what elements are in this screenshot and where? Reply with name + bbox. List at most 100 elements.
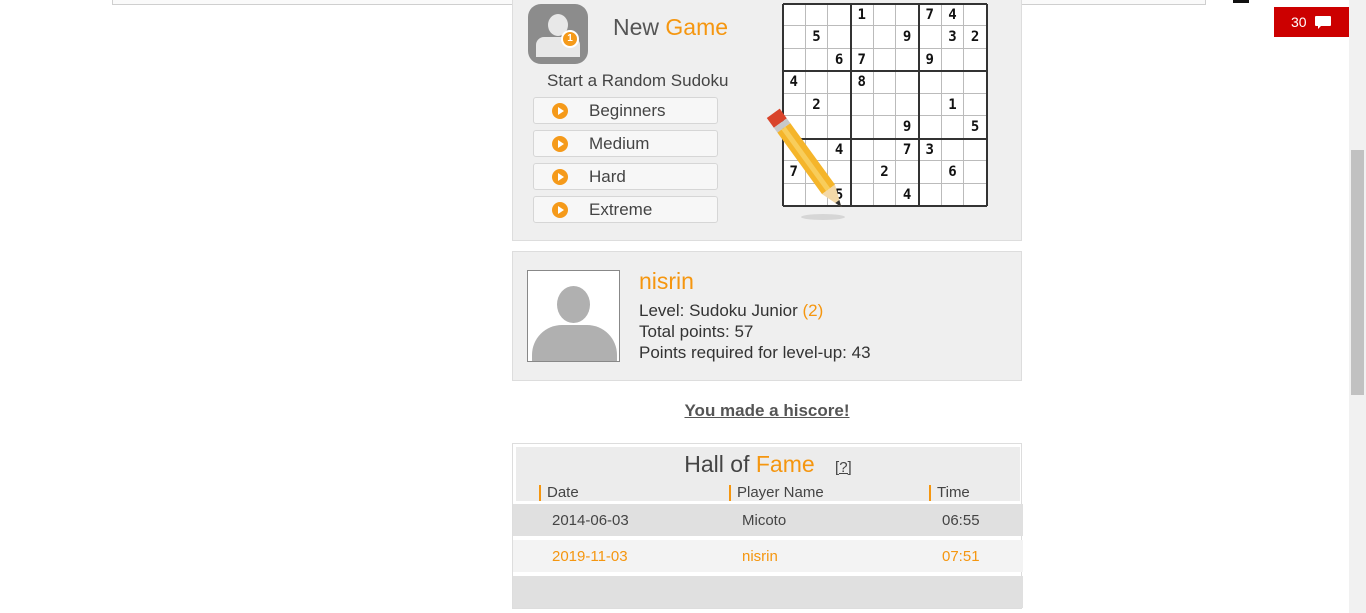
sudoku-cell: 1	[941, 93, 965, 117]
row-date: 2019-11-03	[552, 548, 628, 565]
new-game-title: New Game	[613, 14, 728, 41]
sudoku-cell	[919, 93, 942, 117]
column-header-player[interactable]: Player Name	[729, 485, 824, 501]
hall-of-fame-header: Hall of Fame [?] Date Player Name Time	[516, 447, 1020, 501]
table-row: 2014-06-03 Micoto 06:55	[513, 504, 1023, 536]
hof-title-part2: Fame	[755, 451, 815, 477]
play-icon	[552, 168, 568, 185]
scrollbar-thumb[interactable]	[1351, 150, 1364, 395]
table-row-highlighted: 2019-11-03 nisrin 07:51	[513, 540, 1023, 572]
profile-level-label: Level: Sudoku Junior	[639, 301, 798, 320]
sudoku-cell: 2	[873, 161, 897, 184]
sudoku-cell	[964, 4, 987, 27]
sudoku-box-line	[783, 70, 987, 73]
profile-level: Level: Sudoku Junior (2)	[639, 301, 823, 321]
new-game-title-part2: Game	[665, 14, 729, 40]
sudoku-cell	[805, 48, 829, 72]
sudoku-cell	[828, 71, 851, 94]
new-game-panel: 1 New Game Start a Random Sudoku Beginne…	[512, 0, 1022, 241]
sudoku-cell	[964, 138, 987, 162]
sudoku-cell: 6	[828, 48, 851, 72]
sudoku-cell	[919, 161, 942, 184]
new-game-title-part1: New	[613, 14, 660, 40]
row-time: 07:51	[942, 548, 980, 565]
sudoku-cell: 4	[783, 71, 806, 94]
column-header-time[interactable]: Time	[929, 485, 970, 501]
profile-panel: nisrin Level: Sudoku Junior (2) Total po…	[512, 251, 1022, 381]
sudoku-cell: 8	[851, 71, 874, 94]
sudoku-box-line	[986, 4, 988, 206]
sudoku-cell	[964, 183, 987, 206]
sudoku-cell	[896, 4, 919, 27]
sudoku-box-line	[918, 4, 920, 206]
sudoku-cell: 7	[919, 4, 942, 27]
sudoku-cell: 9	[896, 116, 919, 139]
sudoku-cell	[851, 26, 874, 49]
table-row-empty	[513, 576, 1023, 608]
column-header-date[interactable]: Date	[539, 485, 579, 501]
sudoku-cell	[873, 4, 897, 27]
profile-name[interactable]: nisrin	[639, 268, 694, 295]
sudoku-cell	[919, 71, 942, 94]
sudoku-cell	[964, 93, 987, 117]
play-icon	[552, 102, 568, 119]
comment-count: 30	[1291, 14, 1307, 30]
sudoku-cell	[873, 26, 897, 49]
hall-of-fame-panel: Hall of Fame [?] Date Player Name Time 2…	[512, 443, 1023, 609]
row-time: 06:55	[942, 512, 980, 529]
level-label: Beginners	[589, 100, 666, 120]
avatar-head	[557, 286, 590, 323]
sudoku-cell	[919, 183, 942, 206]
row-player: Micoto	[742, 512, 787, 529]
sudoku-cell	[919, 26, 942, 49]
sudoku-cell	[873, 138, 897, 162]
sudoku-cell: 9	[896, 26, 919, 49]
sudoku-cell: 2	[964, 26, 987, 49]
hiscore-link[interactable]: You made a hiscore!	[512, 401, 1022, 421]
level-button-hard[interactable]: Hard	[533, 163, 718, 190]
hof-title-part1: Hall of	[684, 451, 750, 477]
level-label: Extreme	[589, 199, 653, 219]
sudoku-cell	[783, 48, 806, 72]
sudoku-cell	[941, 138, 965, 162]
sudoku-cell	[964, 161, 987, 184]
sudoku-box-line	[783, 3, 987, 5]
new-game-user-icon: 1	[528, 4, 588, 64]
row-player: nisrin	[742, 548, 778, 565]
sudoku-cell: 5	[805, 26, 829, 49]
start-random-sudoku-label: Start a Random Sudoku	[547, 71, 729, 90]
sudoku-cell	[896, 161, 919, 184]
sudoku-cell	[964, 48, 987, 72]
sudoku-cell: 7	[851, 48, 874, 72]
sudoku-cell: 5	[964, 116, 987, 139]
sudoku-cell	[941, 183, 965, 206]
comment-bubble-icon	[1314, 15, 1331, 29]
sudoku-cell: 9	[919, 48, 942, 72]
top-bar-marker	[1233, 0, 1249, 3]
sudoku-cell	[873, 48, 897, 72]
sudoku-cell	[873, 116, 897, 139]
sudoku-cell	[941, 71, 965, 94]
comment-count-badge[interactable]: 30	[1274, 7, 1349, 37]
level-label: Medium	[589, 133, 650, 153]
sudoku-cell: 4	[941, 4, 965, 27]
sudoku-cell	[941, 48, 965, 72]
sudoku-cell	[896, 71, 919, 94]
sudoku-cell: 6	[941, 161, 965, 184]
level-button-extreme[interactable]: Extreme	[533, 196, 718, 223]
sudoku-cell: 3	[941, 26, 965, 49]
play-icon	[552, 201, 568, 218]
level-button-beginners[interactable]: Beginners	[533, 97, 718, 124]
profile-avatar[interactable]	[527, 270, 620, 362]
play-icon	[552, 135, 568, 152]
sudoku-cell	[896, 93, 919, 117]
sudoku-cell	[805, 71, 829, 94]
sudoku-cell: 3	[919, 138, 942, 162]
sudoku-cell	[828, 26, 851, 49]
profile-total-points: Total points: 57	[639, 322, 754, 341]
sudoku-cell	[805, 4, 829, 27]
hof-help-link[interactable]: [?]	[835, 459, 852, 476]
sudoku-cell	[919, 116, 942, 139]
profile-points-required: Points required for level-up: 43	[639, 343, 871, 362]
level-button-medium[interactable]: Medium	[533, 130, 718, 157]
